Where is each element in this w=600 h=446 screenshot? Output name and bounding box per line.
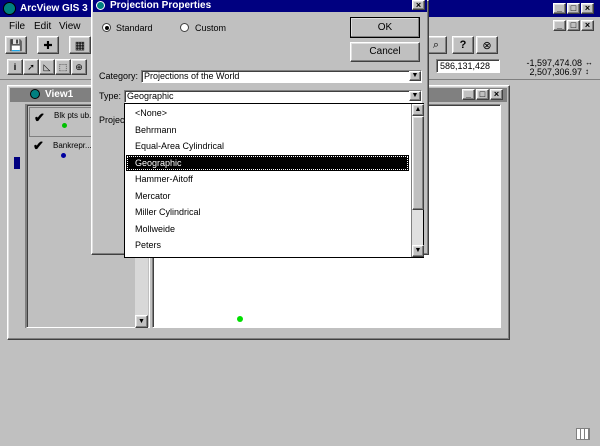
type-label: Type: (99, 91, 122, 101)
app-icon (3, 2, 16, 15)
select-tool-icon[interactable]: ⬚ (55, 59, 71, 75)
layer-2-name: Bankrepr... (53, 141, 92, 150)
cancel-button[interactable]: Cancel (350, 42, 420, 62)
doc-minimize-button[interactable]: _ (553, 20, 566, 31)
type-dropdown-list: <None> Behrmann Equal-Area Cylindrical Geog… (124, 103, 424, 258)
hotlink-icon[interactable]: ⊗ (476, 36, 498, 54)
type-option[interactable]: Miller Cylindrical (126, 204, 409, 221)
menu-edit[interactable]: Edit (34, 21, 51, 32)
vertex-tool-icon[interactable]: ◺ (39, 59, 55, 75)
add-theme-icon[interactable]: ✚ (37, 36, 59, 54)
type-option[interactable]: Behrmann (126, 122, 409, 139)
menu-view[interactable]: View (59, 21, 81, 32)
standard-radio-dot (105, 26, 109, 30)
type-option[interactable]: Geographic (126, 154, 409, 171)
view-maximize-button[interactable]: □ (476, 89, 489, 100)
save-icon[interactable]: 💾 (5, 36, 27, 54)
layer-1-checkbox-icon[interactable]: ✔ (34, 110, 45, 126)
map-point (237, 316, 243, 322)
toc-scroll-down-button[interactable]: ▼ (135, 315, 148, 328)
type-scroll-down-button[interactable]: ▼ (412, 245, 424, 257)
pointer-tool-icon[interactable]: ➚ (23, 59, 39, 75)
layer-1-name: Blk pts ub... (54, 111, 96, 120)
view-title: View1 (45, 89, 74, 100)
type-option[interactable]: <None> (126, 105, 409, 122)
view-close-button[interactable]: × (490, 89, 503, 100)
category-value: Projections of the World (144, 71, 240, 81)
type-value: Geographic (127, 91, 174, 101)
type-option[interactable]: Mollweide (126, 221, 409, 238)
dialog-title: Projection Properties (110, 0, 212, 11)
ok-button[interactable]: OK (350, 17, 420, 38)
info-tool-icon[interactable]: i (7, 59, 23, 75)
projection-label: Projec (99, 115, 125, 125)
menu-file[interactable]: File (9, 21, 25, 32)
type-option[interactable]: Peters (126, 237, 409, 254)
standard-radio[interactable] (102, 23, 111, 32)
type-option[interactable]: Hammer-Aitoff (126, 171, 409, 188)
toc-left-strip (14, 104, 26, 328)
category-select[interactable]: Projections of the World (141, 70, 422, 83)
category-label: Category: (99, 71, 139, 81)
dialog-icon (96, 1, 105, 10)
coordinate-x-field: 586,131,428 (436, 59, 500, 73)
app-minimize-button[interactable]: _ (553, 3, 566, 14)
view-icon (30, 89, 40, 99)
type-option[interactable]: Equal-Area Cylindrical (126, 138, 409, 155)
doc-close-button[interactable]: × (581, 20, 594, 31)
doc-maximize-button[interactable]: □ (567, 20, 580, 31)
type-select[interactable]: Geographic (124, 90, 422, 103)
coordinate-y-readout: 2,507,306.97 (529, 67, 582, 77)
type-options-container: <None> Behrmann Equal-Area Cylindrical Geog… (125, 105, 410, 257)
help-icon[interactable]: ? (452, 36, 474, 54)
toc-active-marker (14, 157, 20, 169)
type-scroll-thumb[interactable] (412, 116, 424, 210)
layer-1-symbol-icon (62, 123, 67, 128)
dialog-title-bar: Projection Properties (93, 0, 427, 12)
y-arrow-icon: ↕ (585, 67, 589, 76)
type-dropdown-icon[interactable]: ▼ (409, 91, 421, 101)
app-maximize-button[interactable]: □ (567, 3, 580, 14)
type-option[interactable]: Mercator (126, 188, 409, 205)
theme-properties-icon[interactable]: ▦ (69, 36, 91, 54)
x-arrow-icon: ↔ (585, 58, 593, 67)
view-minimize-button[interactable]: _ (462, 89, 475, 100)
standard-label[interactable]: Standard (116, 23, 153, 33)
grid-icon (576, 428, 590, 440)
layer-2-checkbox-icon[interactable]: ✔ (33, 138, 44, 154)
app-title: ArcView GIS 3 (20, 3, 88, 14)
dialog-close-button[interactable]: × (412, 0, 425, 10)
custom-radio[interactable] (180, 23, 189, 32)
layer-2-symbol-icon (61, 153, 66, 158)
zoom-tool-icon[interactable]: ⊕ (71, 59, 87, 75)
custom-label[interactable]: Custom (195, 23, 226, 33)
category-dropdown-icon[interactable]: ▼ (409, 71, 421, 81)
type-list-scrollbar[interactable]: ▲ ▼ (411, 104, 424, 257)
app-close-button[interactable]: × (581, 3, 594, 14)
type-scroll-up-button[interactable]: ▲ (412, 104, 424, 116)
